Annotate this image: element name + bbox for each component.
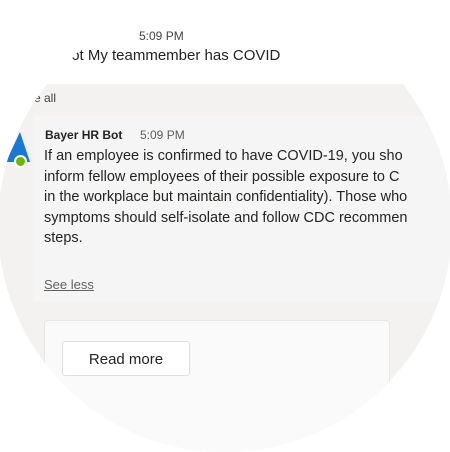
presence-available-icon — [14, 155, 27, 168]
message-line: inform fellow employees of their possibl… — [44, 168, 400, 185]
sender-name: Bayer HR Bot — [45, 128, 123, 142]
message-line: If an employee is confirmed to have COVI… — [44, 148, 403, 164]
message-line: symptoms should self-isolate and follow … — [44, 209, 408, 226]
reply-text: ɔt My teammember has COVID — [72, 47, 281, 64]
message-line: in the workplace but maintain confidenti… — [44, 189, 408, 205]
thread-reply-message: 5:09 PM ɔt My teammember has COVID — [0, 0, 450, 84]
message-line: steps. — [44, 230, 83, 246]
chat-viewport: 5:09 PM ɔt My teammember has COVID e all… — [0, 0, 450, 452]
read-more-button[interactable]: Read more — [62, 341, 190, 376]
message-body: If an employee is confirmed to have COVI… — [44, 146, 450, 249]
see-all-link[interactable]: e all — [34, 91, 56, 105]
message-timestamp: 5:09 PM — [140, 128, 185, 142]
adaptive-card — [44, 320, 390, 452]
see-less-link[interactable]: See less — [44, 277, 94, 292]
reply-timestamp: 5:09 PM — [139, 29, 184, 43]
